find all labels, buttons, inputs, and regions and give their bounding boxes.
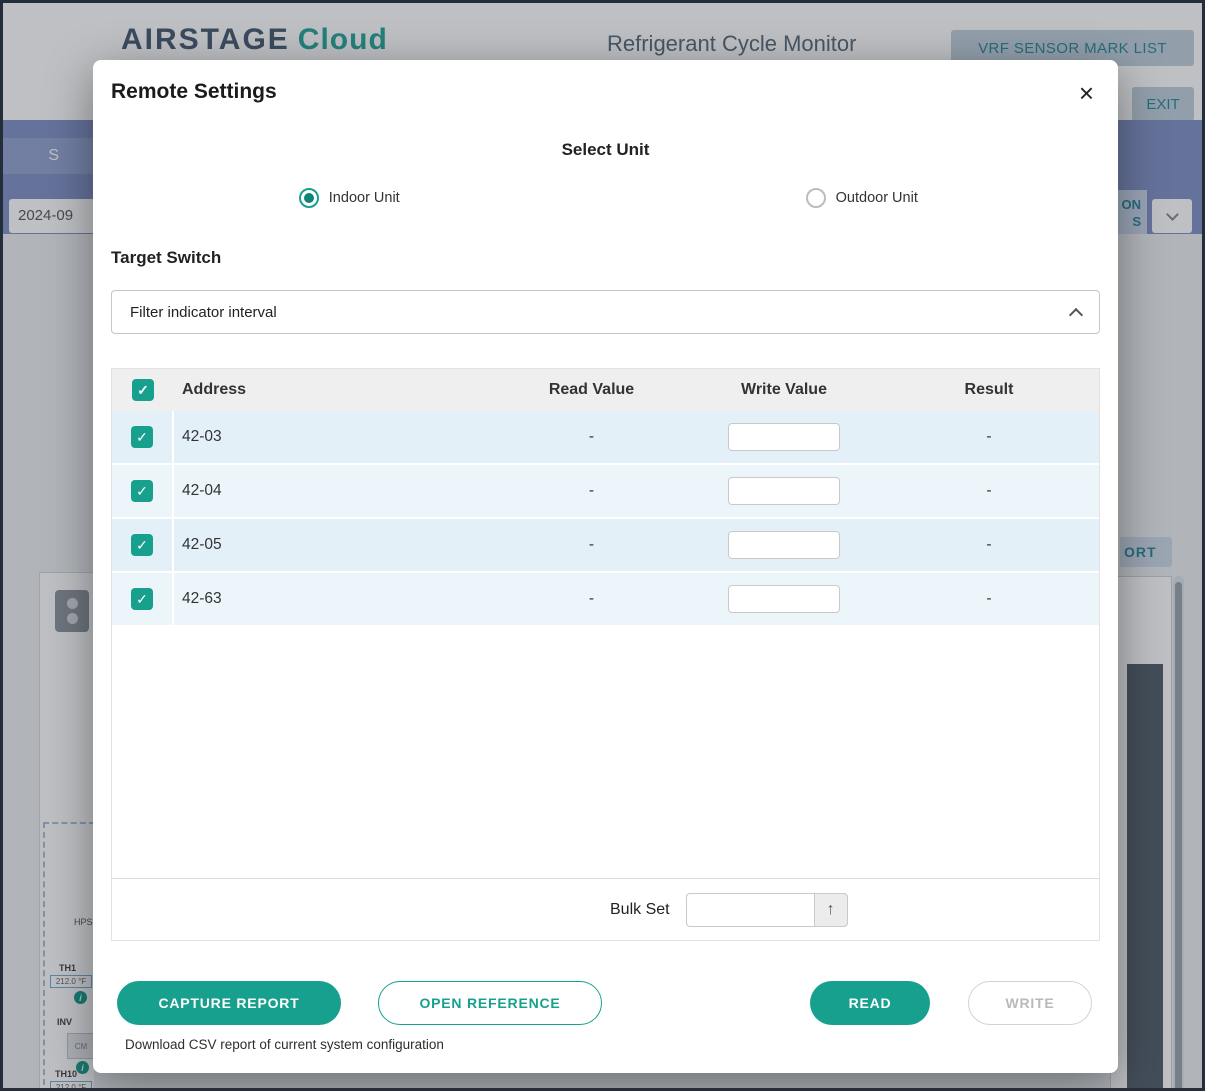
target-switch-dropdown[interactable]: Filter indicator interval bbox=[111, 290, 1100, 334]
row-result: - bbox=[986, 482, 992, 499]
read-button[interactable]: READ bbox=[810, 981, 930, 1025]
row-checkbox[interactable]: ✓ bbox=[131, 534, 153, 556]
indoor-unit-radio[interactable]: Indoor Unit bbox=[93, 188, 606, 208]
row-read-value: - bbox=[588, 590, 595, 607]
row-address: 42-03 bbox=[182, 428, 222, 445]
bulk-set-bar: Bulk Set ↑ bbox=[112, 878, 1099, 940]
row-read-value: - bbox=[588, 536, 595, 553]
table-header-row: ✓ Address Read Value Write Value Result bbox=[112, 369, 1099, 411]
row-address: 42-63 bbox=[182, 590, 222, 607]
modal-title: Remote Settings bbox=[111, 80, 277, 103]
write-value-input[interactable] bbox=[728, 531, 840, 559]
select-all-checkbox[interactable]: ✓ bbox=[132, 379, 154, 401]
close-icon[interactable]: × bbox=[1079, 80, 1094, 106]
chevron-up-icon bbox=[1068, 307, 1084, 322]
write-value-input[interactable] bbox=[728, 477, 840, 505]
switch-table: ✓ Address Read Value Write Value Result … bbox=[111, 368, 1100, 941]
write-value-input[interactable] bbox=[728, 423, 840, 451]
remote-settings-modal: Remote Settings × Select Unit Indoor Uni… bbox=[93, 60, 1118, 1073]
row-checkbox[interactable]: ✓ bbox=[131, 588, 153, 610]
target-switch-heading: Target Switch bbox=[111, 248, 222, 267]
capture-report-caption: Download CSV report of current system co… bbox=[125, 1037, 444, 1052]
row-result: - bbox=[986, 536, 992, 553]
app-screen: AIRSTAGE Cloud Refrigerant Cycle Monitor … bbox=[0, 0, 1205, 1091]
col-header-result: Result bbox=[964, 381, 1014, 398]
outdoor-unit-radio[interactable]: Outdoor Unit bbox=[606, 188, 1119, 208]
modal-header: Remote Settings × bbox=[93, 60, 1118, 106]
open-reference-button[interactable]: OPEN REFERENCE bbox=[378, 981, 602, 1025]
dropdown-value: Filter indicator interval bbox=[130, 303, 277, 321]
arrow-up-icon: ↑ bbox=[826, 900, 835, 918]
bulk-set-apply-button[interactable]: ↑ bbox=[813, 892, 848, 927]
table-row: ✓ 42-05 - - bbox=[112, 519, 1099, 573]
row-address: 42-05 bbox=[182, 536, 222, 553]
col-header-write-value: Write Value bbox=[741, 381, 827, 398]
row-checkbox[interactable]: ✓ bbox=[131, 426, 153, 448]
indoor-unit-label: Indoor Unit bbox=[328, 190, 400, 206]
check-icon: ✓ bbox=[137, 381, 149, 398]
check-icon: ✓ bbox=[136, 482, 148, 499]
check-icon: ✓ bbox=[136, 590, 148, 607]
col-header-read-value: Read Value bbox=[548, 381, 635, 398]
table-empty-area bbox=[112, 627, 1099, 878]
table-row: ✓ 42-63 - - bbox=[112, 573, 1099, 627]
row-read-value: - bbox=[588, 482, 595, 499]
write-value-input[interactable] bbox=[728, 585, 840, 613]
modal-actions: CAPTURE REPORT OPEN REFERENCE READ WRITE bbox=[93, 981, 1118, 1025]
bulk-set-label: Bulk Set bbox=[610, 900, 670, 918]
write-button[interactable]: WRITE bbox=[968, 981, 1092, 1025]
radio-selected-icon bbox=[298, 188, 319, 208]
check-icon: ✓ bbox=[136, 428, 148, 445]
row-checkbox[interactable]: ✓ bbox=[131, 480, 153, 502]
col-header-address: Address bbox=[182, 381, 247, 398]
table-row: ✓ 42-04 - - bbox=[112, 465, 1099, 519]
select-unit-heading: Select Unit bbox=[561, 140, 650, 159]
row-result: - bbox=[986, 590, 992, 607]
unit-radio-group: Indoor Unit Outdoor Unit bbox=[93, 188, 1118, 208]
table-row: ✓ 42-03 - - bbox=[112, 411, 1099, 465]
outdoor-unit-label: Outdoor Unit bbox=[835, 190, 918, 206]
row-result: - bbox=[986, 428, 992, 445]
capture-report-button[interactable]: CAPTURE REPORT bbox=[117, 981, 341, 1025]
row-read-value: - bbox=[588, 428, 595, 445]
check-icon: ✓ bbox=[136, 536, 148, 553]
bulk-set-input[interactable] bbox=[685, 892, 814, 927]
row-address: 42-04 bbox=[182, 482, 222, 499]
radio-unselected-icon bbox=[805, 188, 826, 208]
